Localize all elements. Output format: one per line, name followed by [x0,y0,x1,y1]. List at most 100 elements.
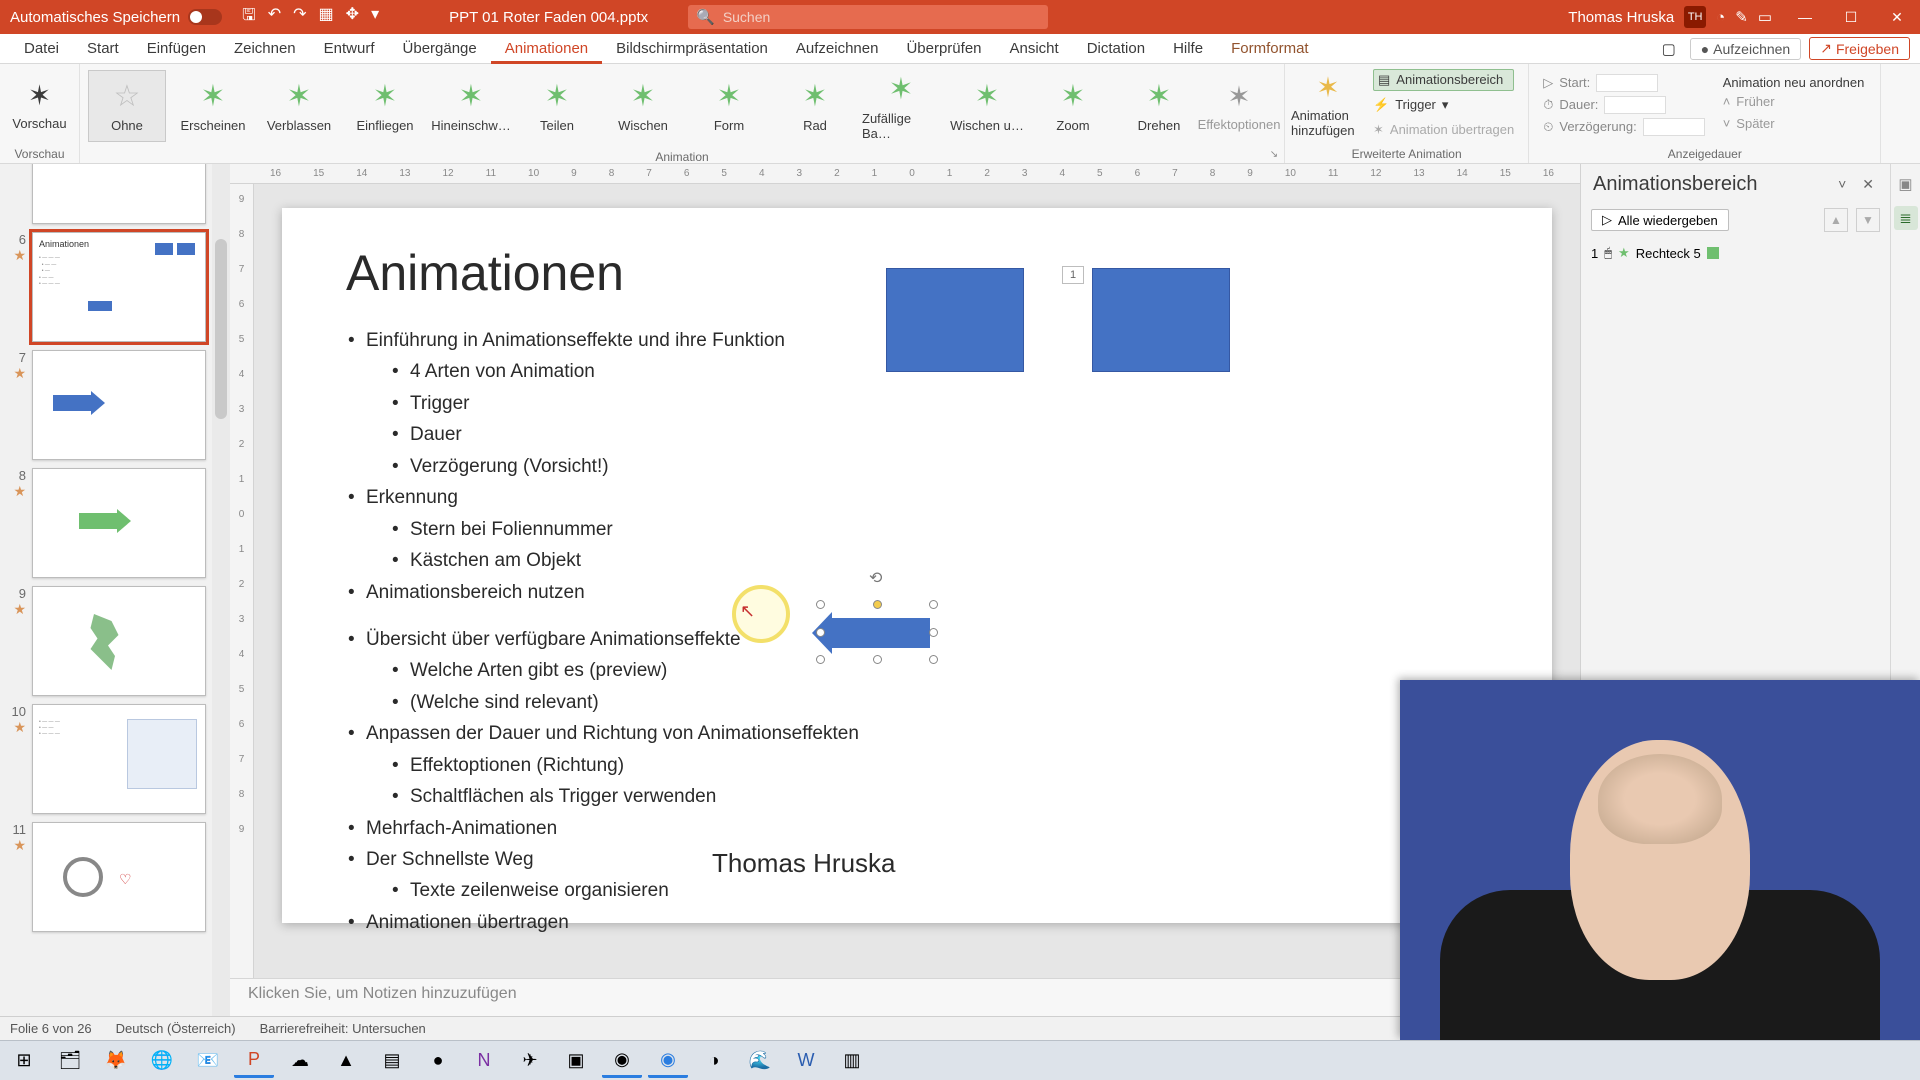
anim-verblassen[interactable]: ✶Verblassen [260,70,338,142]
edge-icon[interactable]: 🌊 [740,1044,780,1078]
thumb-slide[interactable]: 11★ ♡ [6,822,206,932]
anim-teilen[interactable]: ✶Teilen [518,70,596,142]
reorder-later[interactable]: ˅Später [1723,112,1865,134]
tab-einfuegen[interactable]: Einfügen [133,34,220,64]
anim-wischen-u[interactable]: ✶Wischen u… [948,70,1026,142]
tab-dictation[interactable]: Dictation [1073,34,1159,64]
thumb-slide[interactable]: 7★ [6,350,206,460]
scrollbar-handle[interactable] [215,239,227,419]
tab-ueberpruefen[interactable]: Überprüfen [892,34,995,64]
undo-icon[interactable]: ↶ [268,4,281,31]
tab-formformat[interactable]: Formformat [1217,34,1323,64]
anim-none[interactable]: ☆Ohne [88,70,166,142]
status-language[interactable]: Deutsch (Österreich) [116,1021,236,1036]
tab-animationen[interactable]: Animationen [491,34,602,64]
redo-icon[interactable]: ↷ [293,4,306,31]
tab-zeichnen[interactable]: Zeichnen [220,34,310,64]
telegram-icon[interactable]: ✈ [510,1044,550,1078]
play-all-button[interactable]: ▷Alle wiedergeben [1591,209,1729,231]
slide-canvas[interactable]: Animationen Einführung in Animationseffe… [282,208,1552,923]
animation-pane-strip-icon[interactable]: ≣ [1894,206,1918,230]
move-up-button[interactable]: ▲ [1824,208,1848,232]
search-input[interactable] [723,9,1040,25]
search-box[interactable]: 🔍 [688,5,1048,29]
anim-hineinschweben[interactable]: ✶Hineinschw… [432,70,510,142]
shape-rectangle-1[interactable] [886,268,1024,372]
tab-datei[interactable]: Datei [10,34,73,64]
shape-rectangle-2[interactable] [1092,268,1230,372]
chrome-icon[interactable]: 🌐 [142,1044,182,1078]
outlook-icon[interactable]: 📧 [188,1044,228,1078]
anim-form[interactable]: ✶Form [690,70,768,142]
tab-start[interactable]: Start [73,34,133,64]
animation-tag[interactable]: 1 [1062,266,1084,284]
thumb-slide[interactable]: 8★ [6,468,206,578]
file-explorer-icon[interactable]: 🗂 [50,1044,90,1078]
start-input[interactable] [1596,74,1658,92]
notes-pane[interactable]: Klicken Sie, um Notizen hinzuzufügen [230,978,1580,1016]
onenote-icon[interactable]: N [464,1044,504,1078]
app-icon[interactable]: ▥ [832,1044,872,1078]
touch-mode-icon[interactable]: ✥ [346,4,359,31]
anim-zoom[interactable]: ✶Zoom [1034,70,1112,142]
app-icon[interactable]: ▤ [372,1044,412,1078]
anipane-close-icon[interactable]: ✕ [1858,176,1878,193]
close-button[interactable]: ✕ [1874,0,1920,34]
tab-hilfe[interactable]: Hilfe [1159,34,1217,64]
vlc-icon[interactable]: ▲ [326,1044,366,1078]
app-icon[interactable]: ▣ [556,1044,596,1078]
reorder-earlier[interactable]: ˄Früher [1723,90,1865,112]
duration-input[interactable] [1604,96,1666,114]
qat-more-icon[interactable]: ▾ [371,4,379,31]
tab-entwurf[interactable]: Entwurf [310,34,389,64]
minimize-button[interactable]: — [1782,0,1828,34]
preview-button[interactable]: ✶Vorschau [6,69,73,141]
selection-handles[interactable] [820,604,934,660]
trigger-button[interactable]: ⚡Trigger ▾ [1373,94,1514,116]
present-icon[interactable]: ✎ [1735,8,1748,26]
account-area[interactable]: Thomas Hruska TH ◔ ✎ ▭ [1558,6,1782,28]
thumb-slide[interactable]: 6★ Animationen • — — — • — — • —• — —• —… [6,232,206,342]
coming-soon-icon[interactable]: ◔ [1716,9,1725,26]
anim-drehen[interactable]: ✶Drehen [1120,70,1198,142]
obs-icon[interactable]: ◉ [602,1044,642,1078]
start-menu-icon[interactable]: ⊞ [4,1044,44,1078]
record-button[interactable]: ● Aufzeichnen [1690,38,1802,60]
timeline-bar[interactable] [1707,247,1719,259]
timing-start[interactable]: ▷Start: [1543,74,1704,92]
tab-aufzeichnen[interactable]: Aufzeichnen [782,34,893,64]
window-mode-icon[interactable]: ▭ [1758,8,1772,26]
effect-options-button[interactable]: ✶Effektoptionen [1200,70,1278,142]
anim-erscheinen[interactable]: ✶Erscheinen [174,70,252,142]
share-button[interactable]: ↗ Freigeben [1809,37,1910,60]
move-down-button[interactable]: ▼ [1856,208,1880,232]
thumb-slide[interactable]: 9★ [6,586,206,696]
app-icon[interactable]: ☁ [280,1044,320,1078]
firefox-icon[interactable]: 🦊 [96,1044,136,1078]
autosave-toggle[interactable] [188,9,222,25]
thumb-slide[interactable]: 5★ [6,164,206,224]
anipane-item[interactable]: 1 🖱 ★ Rechteck 5 [1591,242,1880,264]
anim-wischen[interactable]: ✶Wischen [604,70,682,142]
thumbnail-scrollbar[interactable] [212,164,230,1016]
animation-dialog-launcher[interactable]: ↘ [1267,147,1281,161]
animation-pane-toggle[interactable]: ▤Animationsbereich [1373,69,1514,91]
tab-bildschirmpraesentation[interactable]: Bildschirmpräsentation [602,34,782,64]
slide-author[interactable]: Thomas Hruska [712,848,896,879]
status-slide[interactable]: Folie 6 von 26 [10,1021,92,1036]
app-icon[interactable]: ● [418,1044,458,1078]
recorder-icon[interactable]: ◉ [648,1044,688,1078]
tab-uebergaenge[interactable]: Übergänge [389,34,491,64]
vertical-ruler[interactable]: 9876543210123456789 [230,184,254,978]
format-pane-icon[interactable]: ▣ [1894,172,1918,196]
maximize-button[interactable]: ☐ [1828,0,1874,34]
selected-arrow-shape[interactable]: ⟲ [824,608,930,656]
powerpoint-icon[interactable]: P [234,1044,274,1078]
document-title[interactable]: PPT 01 Roter Faden 004.pptx [449,9,648,26]
horizontal-ruler[interactable]: 1615141312111098765432101234567891011121… [230,164,1580,184]
word-icon[interactable]: W [786,1044,826,1078]
tab-ansicht[interactable]: Ansicht [996,34,1073,64]
delay-input[interactable] [1643,118,1705,136]
anim-zufaellige[interactable]: ✶Zufällige Ba… [862,70,940,142]
timing-delay[interactable]: ⏲Verzögerung: [1543,118,1704,136]
